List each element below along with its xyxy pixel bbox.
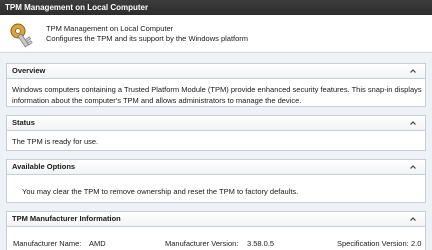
available-options-header[interactable]: Available Options <box>7 160 425 175</box>
window-title: TPM Management on Local Computer <box>5 3 149 12</box>
snapin-header: TPM Management on Local Computer Configu… <box>0 15 432 53</box>
content-pane: Overview Windows computers containing a … <box>0 53 432 250</box>
key-icon <box>10 23 33 48</box>
status-section: Status The TPM is ready for use. <box>6 115 426 151</box>
overview-section: Overview Windows computers containing a … <box>6 63 426 107</box>
available-options-body: You may clear the TPM to remove ownershi… <box>7 175 425 197</box>
chevron-up-icon[interactable] <box>409 119 417 127</box>
manufacturer-body: Manufacturer Name: AMD Manufacturer Vers… <box>7 227 425 248</box>
chevron-up-icon[interactable] <box>409 163 417 171</box>
manufacturer-name-label: Manufacturer Name: <box>13 239 82 248</box>
status-text: The TPM is ready for use. <box>12 137 99 146</box>
overview-text-line2: information about the computer's TPM and… <box>12 96 302 105</box>
status-body: The TPM is ready for use. <box>7 131 425 147</box>
available-options-title: Available Options <box>12 162 76 171</box>
manufacturer-section: TPM Manufacturer Information Manufacture… <box>6 211 426 250</box>
manufacturer-version-label: Manufacturer Version: <box>165 239 239 248</box>
manufacturer-title: TPM Manufacturer Information <box>12 214 121 223</box>
available-options-section: Available Options You may clear the TPM … <box>6 159 426 203</box>
specification-version-label: Specification Version: <box>337 239 409 248</box>
chevron-up-icon[interactable] <box>409 215 417 223</box>
status-title: Status <box>12 118 35 127</box>
window-title-bar: TPM Management on Local Computer <box>0 0 432 15</box>
available-options-text: You may clear the TPM to remove ownershi… <box>22 187 299 196</box>
specification-version-value: 2.0 <box>411 239 422 248</box>
manufacturer-name-value: AMD <box>89 239 106 248</box>
header-title: TPM Management on Local Computer <box>46 24 174 33</box>
chevron-up-icon[interactable] <box>409 67 417 75</box>
manufacturer-version-value: 3.58.0.5 <box>247 239 275 248</box>
overview-body: Windows computers containing a Trusted P… <box>7 79 425 106</box>
overview-header[interactable]: Overview <box>7 64 425 79</box>
manufacturer-header[interactable]: TPM Manufacturer Information <box>7 212 425 227</box>
header-subtitle: Configures the TPM and its support by th… <box>46 34 249 43</box>
overview-text-line1: Windows computers containing a Trusted P… <box>12 85 422 94</box>
overview-title: Overview <box>12 66 46 75</box>
status-header[interactable]: Status <box>7 116 425 131</box>
